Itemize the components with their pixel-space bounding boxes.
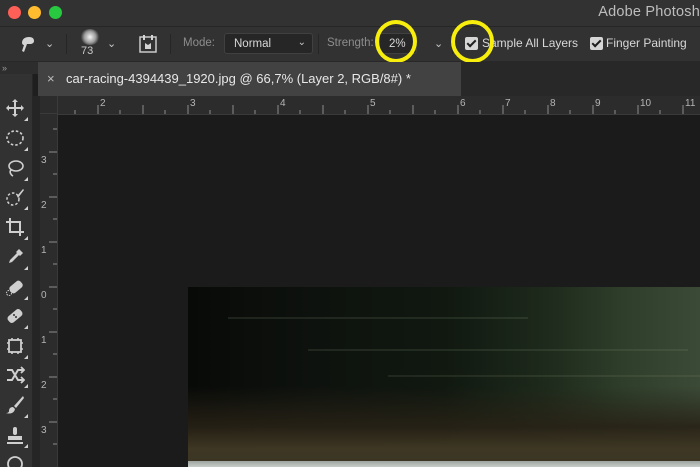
marquee-tool[interactable]: [5, 128, 28, 151]
mode-chevron-icon: ⌄: [297, 37, 306, 48]
brush-size-value: 73: [81, 45, 94, 57]
strength-value: 2%: [389, 38, 406, 50]
vertical-ruler[interactable]: 3 2 1 0 1 2 3: [40, 114, 58, 467]
horizontal-ruler-ticks: [74, 105, 684, 114]
ruler-number: 8: [550, 98, 556, 109]
brush-tool[interactable]: [5, 395, 28, 418]
bandage-icon: [7, 309, 23, 323]
ruler-number: 10: [640, 98, 652, 109]
app-title: Adobe Photosh: [598, 4, 700, 20]
brush-settings-icon: [139, 35, 157, 53]
history-brush-tool[interactable]: [5, 452, 25, 467]
elliptical-marquee-icon: [6, 130, 24, 146]
motion-blur-streak: [308, 349, 688, 351]
content-aware-move-icon: [7, 366, 25, 384]
ruler-number: 6: [460, 98, 466, 109]
horizontal-ruler[interactable]: 2 3 4 5 6 7 8 9 10 11: [58, 96, 700, 115]
lasso-icon: [8, 160, 24, 177]
mode-label: Mode:: [183, 37, 215, 49]
puppet-warp-icon: [7, 338, 23, 354]
eyedropper-icon: [9, 249, 23, 263]
strength-input[interactable]: 2%: [379, 33, 417, 54]
stamp-tool[interactable]: [5, 425, 28, 448]
brush-preview-icon[interactable]: [80, 29, 100, 45]
quick-selection-icon: [6, 189, 24, 206]
tools-panel-edge: [33, 96, 40, 467]
bandage-tool[interactable]: [5, 306, 28, 329]
finger-painting-checkbox[interactable]: [590, 37, 603, 50]
options-bar: ⌄ 73 ⌄ Mode: Normal ⌄ Strength: 2% ⌄ Sam…: [0, 27, 700, 62]
ruler-number: 11: [685, 98, 696, 109]
tab-close-icon[interactable]: ×: [47, 71, 55, 86]
ruler-number: 1: [41, 245, 47, 256]
window-close-button[interactable]: [8, 6, 21, 19]
crop-tool[interactable]: [5, 217, 28, 240]
motion-blur-streak: [228, 317, 528, 319]
guardrail: [188, 461, 700, 467]
tool-preset-chevron-icon[interactable]: ⌄: [45, 37, 54, 50]
ruler-number: 9: [595, 98, 601, 109]
content-aware-move-tool[interactable]: [5, 365, 28, 388]
mode-value: Normal: [234, 38, 272, 50]
ruler-number: 2: [41, 200, 47, 211]
crop-icon: [6, 218, 24, 236]
ruler-number: 7: [505, 98, 511, 109]
ruler-number: 3: [190, 98, 196, 109]
ruler-number: 3: [41, 155, 47, 166]
motion-blur-streak: [388, 375, 700, 377]
spot-healing-brush-icon: [6, 280, 23, 296]
window-maximize-button[interactable]: [49, 6, 62, 19]
document-tab-bar: × car-racing-4394439_1920.jpg @ 66,7% (L…: [38, 62, 700, 96]
finger-painting-label[interactable]: Finger Painting: [606, 36, 687, 50]
sample-all-layers-label[interactable]: Sample All Layers: [482, 36, 578, 50]
window-minimize-button[interactable]: [28, 6, 41, 19]
ruler-number: 5: [370, 98, 376, 109]
smudge-finger-icon: [22, 37, 34, 52]
ruler-number: 2: [41, 380, 47, 391]
move-icon: [6, 99, 24, 117]
ruler-number: 2: [100, 98, 106, 109]
quick-selection-tool[interactable]: [5, 187, 28, 210]
mode-select[interactable]: Normal ⌄: [224, 33, 313, 54]
tool-preset-picker[interactable]: [18, 34, 38, 59]
ruler-origin[interactable]: [40, 96, 58, 114]
brush-settings-button[interactable]: [138, 34, 158, 59]
ruler-number: 0: [41, 290, 47, 301]
spot-healing-tool[interactable]: [5, 277, 28, 300]
frame-tool[interactable]: [5, 336, 28, 359]
title-bar: Adobe Photosh: [0, 0, 700, 27]
brush-icon: [6, 396, 24, 414]
lasso-tool[interactable]: [5, 158, 28, 181]
document-tab-title: car-racing-4394439_1920.jpg @ 66,7% (Lay…: [66, 71, 411, 86]
ruler-number: 4: [280, 98, 286, 109]
strength-slider-chevron-icon[interactable]: ⌄: [434, 37, 443, 50]
history-brush-icon: [7, 456, 23, 467]
move-tool[interactable]: [5, 98, 28, 121]
sample-all-layers-checkbox[interactable]: [465, 37, 478, 50]
document-image[interactable]: [188, 287, 700, 467]
document-tab[interactable]: × car-racing-4394439_1920.jpg @ 66,7% (L…: [38, 62, 461, 96]
brush-picker-chevron-icon[interactable]: ⌄: [107, 37, 116, 50]
clone-stamp-icon: [7, 427, 23, 444]
eyedropper-tool[interactable]: [5, 247, 28, 270]
ruler-number: 3: [41, 425, 47, 436]
panel-collapse-toggle[interactable]: »: [0, 62, 38, 74]
tools-panel: [0, 74, 33, 467]
strength-label: Strength:: [327, 37, 374, 49]
ruler-number: 1: [41, 335, 47, 346]
